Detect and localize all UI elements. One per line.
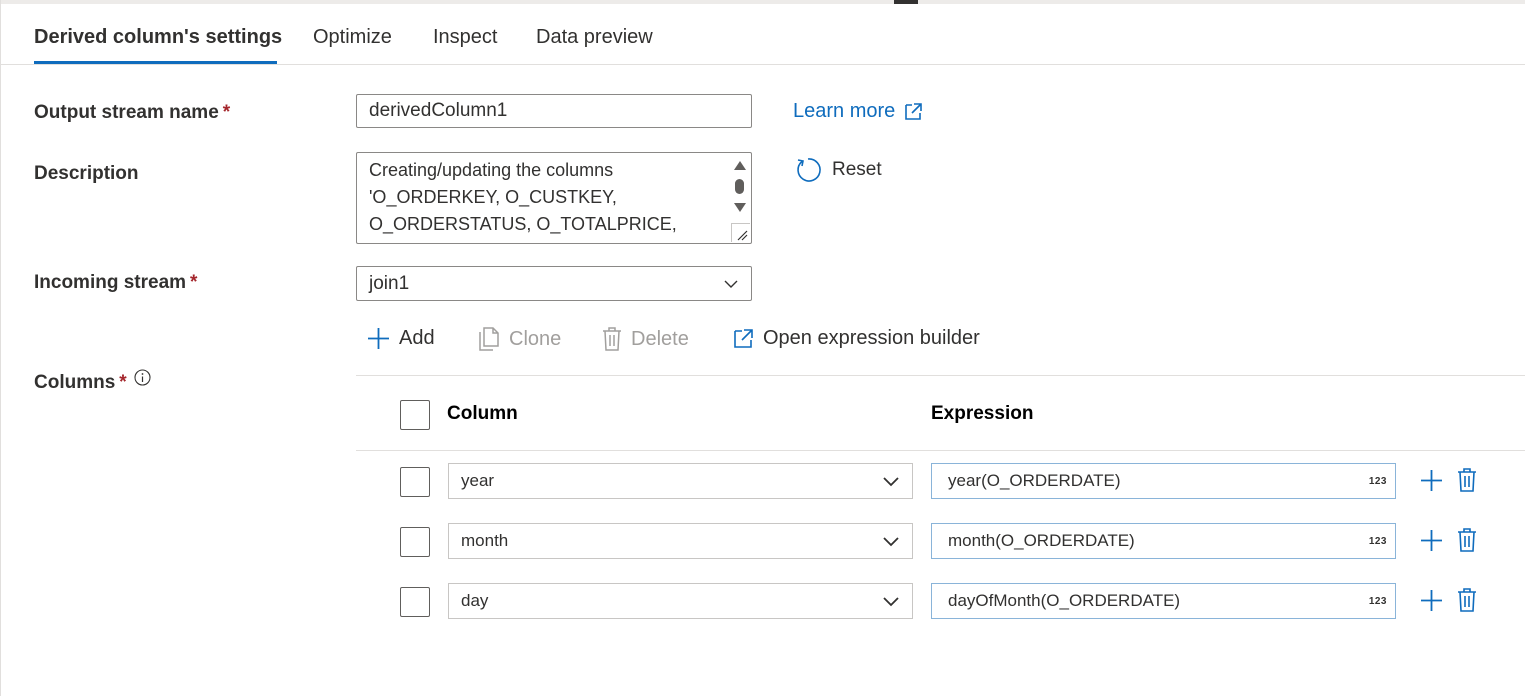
active-tab-indicator — [34, 61, 277, 64]
scrollbar-thumb[interactable] — [735, 179, 744, 194]
external-link-icon — [905, 102, 923, 120]
columns-label: Columns * — [34, 372, 127, 394]
resize-grip-icon — [737, 230, 748, 241]
row-checkbox[interactable] — [400, 587, 430, 617]
open-expression-builder-label: Open expression builder — [763, 327, 980, 349]
expression-header: Expression — [931, 403, 1034, 424]
integer-type-badge: 123 — [1368, 535, 1387, 547]
scroll-up-arrow-icon[interactable] — [734, 161, 746, 170]
output-stream-name-input[interactable]: derivedColumn1 — [356, 94, 752, 128]
open-expression-builder-button[interactable]: Open expression builder — [732, 327, 980, 350]
column-name-value: day — [461, 591, 489, 610]
integer-type-badge: 123 — [1368, 475, 1387, 487]
expression-value: year(O_ORDERDATE) — [948, 471, 1121, 490]
output-stream-name-label-text: Output stream name — [34, 102, 219, 123]
learn-more-link[interactable]: Learn more — [793, 100, 923, 123]
reset-label: Reset — [832, 159, 882, 180]
scroll-down-arrow-icon[interactable] — [734, 203, 746, 212]
add-label: Add — [399, 327, 435, 349]
trash-icon — [1458, 468, 1476, 492]
chevron-down-icon — [883, 596, 899, 606]
clone-label: Clone — [509, 327, 562, 350]
column-name-dropdown[interactable]: day — [448, 583, 913, 619]
output-stream-name-value: derivedColumn1 — [369, 100, 508, 121]
grid-top-divider — [356, 375, 1525, 376]
trash-icon — [603, 327, 621, 351]
column-name-value: month — [461, 531, 509, 550]
clone-icon — [479, 327, 499, 351]
incoming-stream-label-text: Incoming stream — [34, 272, 187, 293]
delete-button[interactable]: Delete — [602, 327, 689, 351]
description-textarea[interactable]: Creating/updating the columns 'O_ORDERKE… — [356, 152, 752, 244]
delete-row-button[interactable] — [1454, 467, 1480, 493]
row-checkbox[interactable] — [400, 527, 430, 557]
description-value: Creating/updating the columns 'O_ORDERKE… — [369, 160, 677, 234]
expression-input[interactable]: year(O_ORDERDATE) 123 — [931, 463, 1396, 499]
external-link-icon — [734, 328, 753, 348]
add-row-button[interactable] — [1418, 587, 1444, 613]
add-button[interactable]: Add — [367, 327, 435, 350]
add-row-button[interactable] — [1418, 527, 1444, 553]
expression-value: dayOfMonth(O_ORDERDATE) — [948, 591, 1181, 610]
description-label-text: Description — [34, 163, 139, 184]
output-stream-name-label: Output stream name * — [34, 102, 230, 124]
trash-icon — [1458, 588, 1476, 612]
chevron-down-icon — [724, 280, 738, 288]
tab-optimize[interactable]: Optimize — [313, 26, 392, 49]
trash-icon — [1458, 528, 1476, 552]
delete-label: Delete — [631, 327, 689, 350]
integer-type-badge: 123 — [1368, 595, 1387, 607]
clone-button[interactable]: Clone — [478, 327, 561, 351]
delete-row-button[interactable] — [1454, 527, 1480, 553]
delete-row-button[interactable] — [1454, 587, 1480, 613]
plus-icon — [1420, 589, 1442, 611]
chevron-down-icon — [883, 536, 899, 546]
tab-bar: Derived column's settings Optimize Inspe… — [1, 0, 1525, 65]
column-name-value: year — [461, 471, 495, 490]
expression-value: month(O_ORDERDATE) — [948, 531, 1135, 550]
plus-icon — [368, 328, 389, 349]
tab-inspect[interactable]: Inspect — [433, 26, 497, 49]
expression-input[interactable]: dayOfMonth(O_ORDERDATE) 123 — [931, 583, 1396, 619]
info-icon[interactable] — [134, 369, 151, 386]
incoming-stream-value: join1 — [369, 272, 410, 294]
chevron-down-icon — [883, 476, 899, 486]
plus-icon — [1420, 469, 1442, 491]
column-header: Column — [447, 403, 518, 424]
column-name-dropdown[interactable]: year — [448, 463, 913, 499]
reset-button[interactable]: Reset — [794, 156, 882, 184]
required-marker: * — [190, 272, 198, 293]
textarea-resize-grip[interactable] — [731, 223, 750, 242]
required-marker: * — [119, 372, 127, 393]
tab-derived-column-settings[interactable]: Derived column's settings — [34, 26, 282, 49]
plus-icon — [1420, 529, 1442, 551]
required-marker: * — [222, 102, 231, 123]
column-name-dropdown[interactable]: month — [448, 523, 913, 559]
derived-column-settings-panel: Derived column's settings Optimize Inspe… — [0, 0, 1525, 696]
learn-more-label: Learn more — [793, 100, 896, 122]
tab-data-preview[interactable]: Data preview — [536, 26, 653, 49]
incoming-stream-dropdown[interactable]: join1 — [356, 266, 752, 301]
description-label: Description — [34, 163, 139, 185]
add-row-button[interactable] — [1418, 467, 1444, 493]
grid-header-divider — [356, 450, 1525, 451]
reset-icon — [797, 158, 821, 182]
incoming-stream-label: Incoming stream * — [34, 272, 197, 294]
select-all-checkbox[interactable] — [400, 400, 430, 430]
columns-label-text: Columns — [34, 372, 116, 393]
row-checkbox[interactable] — [400, 467, 430, 497]
expression-input[interactable]: month(O_ORDERDATE) 123 — [931, 523, 1396, 559]
